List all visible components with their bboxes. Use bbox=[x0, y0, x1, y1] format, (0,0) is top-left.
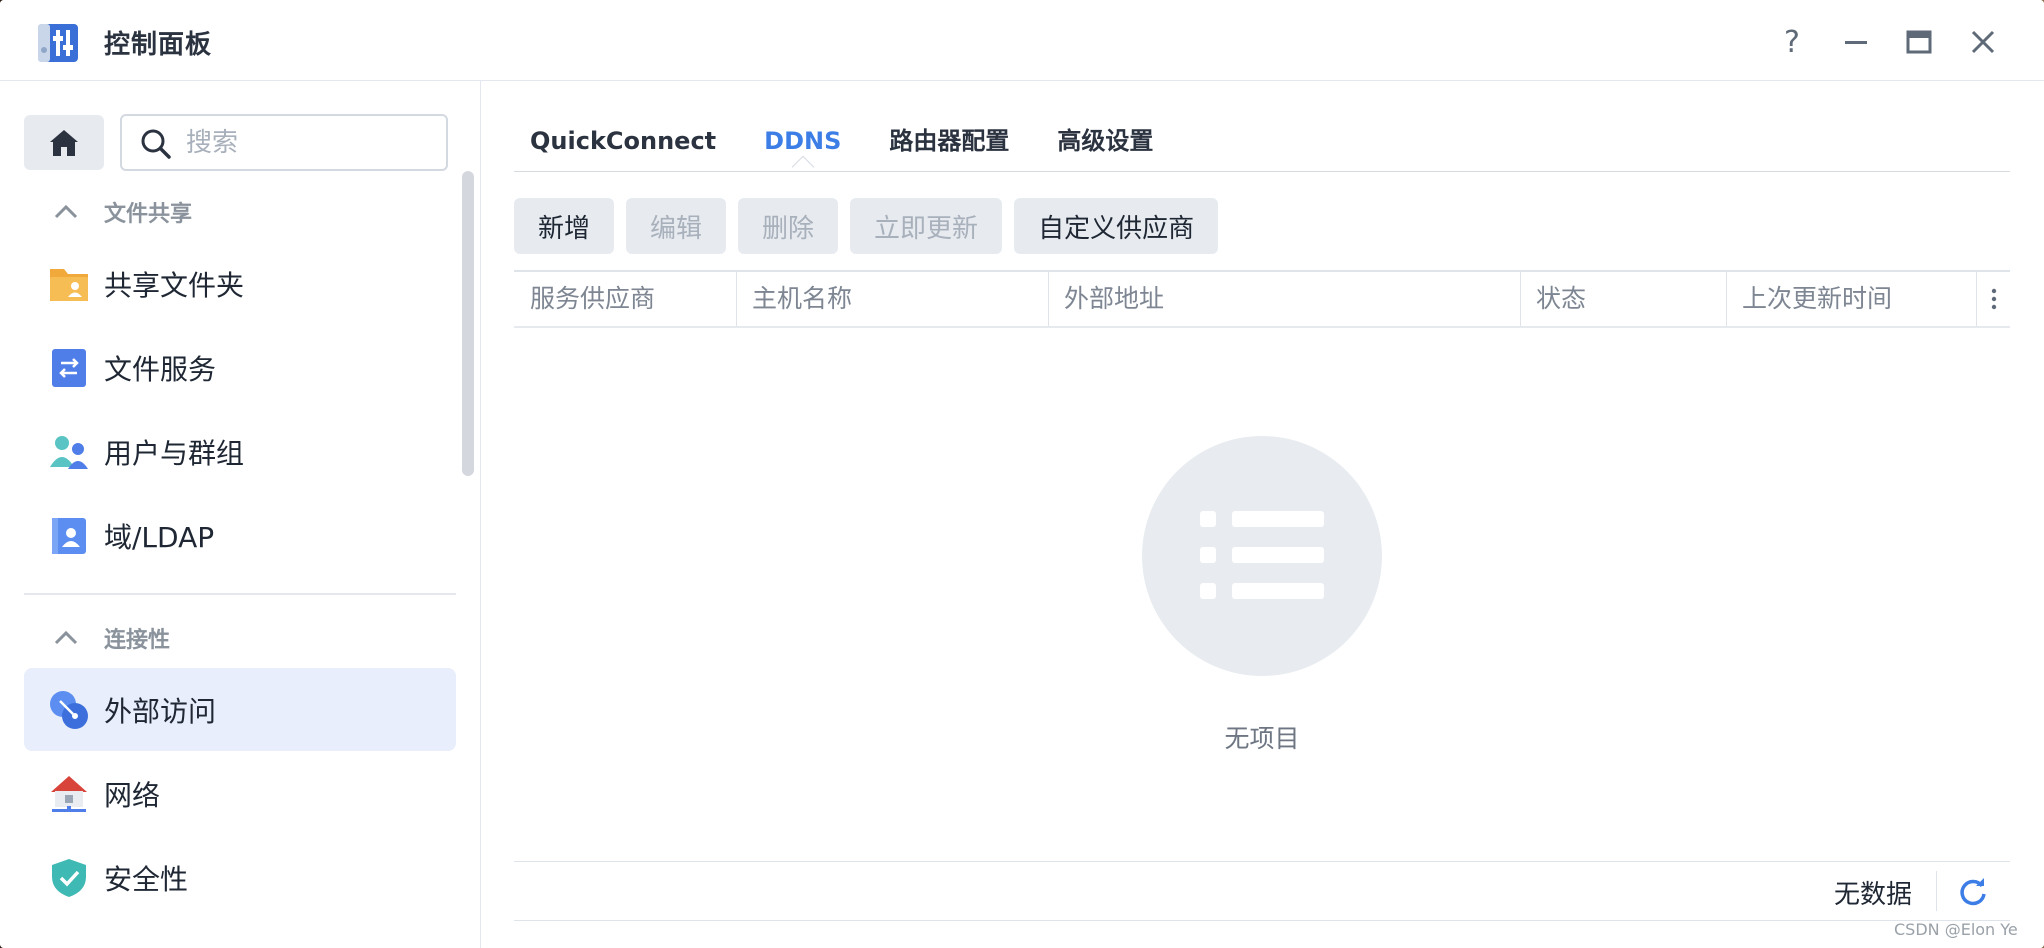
sidebar: 文件共享 共享文件夹 文件服务 bbox=[0, 81, 481, 948]
main-content: QuickConnect DDNS 路由器配置 高级设置 新增 编辑 删除 立即… bbox=[482, 81, 2044, 948]
control-panel-window: 控制面板 ? 文件共享 bbox=[0, 0, 2044, 948]
add-button[interactable]: 新增 bbox=[514, 198, 615, 254]
minimize-icon bbox=[1845, 41, 1867, 44]
column-header-external-address[interactable]: 外部地址 bbox=[1048, 272, 1520, 326]
tab-router-config[interactable]: 路由器配置 bbox=[889, 121, 1009, 171]
column-header-hostname[interactable]: 主机名称 bbox=[736, 272, 1048, 326]
sidebar-item-label: 共享文件夹 bbox=[104, 268, 245, 302]
users-groups-icon bbox=[50, 435, 88, 469]
sidebar-item-shared-folder[interactable]: 共享文件夹 bbox=[24, 242, 456, 325]
column-header-status[interactable]: 状态 bbox=[1520, 272, 1726, 326]
close-button[interactable] bbox=[1963, 22, 2003, 62]
sidebar-item-security[interactable]: 安全性 bbox=[24, 836, 456, 919]
tab-label: QuickConnect bbox=[530, 127, 717, 155]
column-header-provider[interactable]: 服务供应商 bbox=[514, 272, 736, 326]
network-icon bbox=[51, 775, 87, 812]
list-icon bbox=[1200, 511, 1324, 599]
sidebar-item-label: 文件服务 bbox=[104, 352, 217, 386]
sidebar-item-label: 安全性 bbox=[104, 862, 189, 896]
close-icon bbox=[1971, 30, 1995, 54]
section-label: 连接性 bbox=[104, 628, 171, 653]
tab-quickconnect[interactable]: QuickConnect bbox=[530, 121, 716, 171]
sidebar-divider bbox=[24, 593, 456, 595]
custom-provider-button[interactable]: 自定义供应商 bbox=[1014, 198, 1219, 254]
tab-divider bbox=[514, 171, 2010, 172]
section-file-sharing[interactable]: 文件共享 bbox=[54, 196, 192, 228]
footer-separator bbox=[1936, 871, 1937, 911]
record-count-text: 无数据 bbox=[1834, 880, 1913, 910]
sidebar-item-external-access[interactable]: 外部访问 bbox=[24, 668, 456, 751]
empty-state-illustration bbox=[1142, 436, 1382, 676]
chevron-up-icon bbox=[54, 204, 78, 219]
external-access-icon bbox=[50, 690, 88, 729]
sidebar-item-label: 域/LDAP bbox=[104, 520, 215, 554]
column-separator[interactable] bbox=[1976, 272, 1977, 326]
empty-state-text: 无项目 bbox=[1224, 724, 1300, 753]
title-bar: 控制面板 ? bbox=[0, 0, 2044, 81]
sidebar-item-label: 用户与群组 bbox=[104, 436, 245, 470]
minimize-button[interactable] bbox=[1836, 22, 1876, 62]
tab-advanced-settings[interactable]: 高级设置 bbox=[1057, 121, 1153, 171]
section-connectivity[interactable]: 连接性 bbox=[54, 622, 170, 654]
home-button[interactable] bbox=[24, 115, 104, 170]
sidebar-item-network[interactable]: 网络 bbox=[24, 752, 456, 835]
file-services-icon bbox=[52, 348, 86, 387]
watermark-text: CSDN @Elon Ye bbox=[1894, 920, 2018, 939]
domain-ldap-icon bbox=[52, 517, 86, 554]
delete-button[interactable]: 删除 bbox=[738, 198, 839, 254]
help-icon: ? bbox=[1784, 24, 1800, 60]
refresh-button[interactable] bbox=[1956, 875, 1990, 909]
toolbar: 新增 编辑 删除 立即更新 自定义供应商 bbox=[514, 198, 1219, 254]
help-button[interactable]: ? bbox=[1772, 22, 1812, 62]
sidebar-item-label: 外部访问 bbox=[104, 694, 217, 728]
search-icon bbox=[141, 129, 171, 159]
control-panel-app-icon bbox=[36, 20, 82, 64]
search-box[interactable] bbox=[120, 114, 448, 171]
maximize-icon bbox=[1906, 30, 1932, 54]
footer-bottom-divider bbox=[514, 920, 2010, 921]
table-header: 服务供应商 主机名称 外部地址 状态 上次更新时间 bbox=[514, 270, 2010, 328]
tab-bar: QuickConnect DDNS 路由器配置 高级设置 bbox=[530, 121, 1153, 179]
sidebar-scrollbar[interactable] bbox=[462, 171, 474, 476]
tab-label: 路由器配置 bbox=[889, 127, 1010, 155]
sidebar-item-domain-ldap[interactable]: 域/LDAP bbox=[24, 494, 456, 577]
refresh-icon bbox=[1960, 878, 1986, 906]
sidebar-item-file-services[interactable]: 文件服务 bbox=[24, 326, 456, 409]
section-label: 文件共享 bbox=[104, 202, 193, 227]
footer-divider bbox=[514, 861, 2010, 862]
maximize-button[interactable] bbox=[1899, 22, 1939, 62]
tab-label: 高级设置 bbox=[1057, 127, 1154, 155]
more-vertical-icon bbox=[1991, 288, 1997, 310]
tab-label: DDNS bbox=[764, 127, 842, 155]
column-menu-button[interactable] bbox=[1978, 272, 2010, 326]
home-icon bbox=[50, 129, 78, 156]
edit-button[interactable]: 编辑 bbox=[626, 198, 727, 254]
sidebar-item-users-groups[interactable]: 用户与群组 bbox=[24, 410, 456, 493]
shield-icon bbox=[52, 858, 86, 897]
active-tab-caret bbox=[791, 155, 815, 179]
shared-folder-icon bbox=[50, 268, 88, 301]
tab-ddns[interactable]: DDNS bbox=[764, 121, 842, 179]
chevron-up-icon bbox=[54, 630, 78, 645]
column-header-last-updated[interactable]: 上次更新时间 bbox=[1726, 272, 1976, 326]
window-title: 控制面板 bbox=[104, 30, 213, 60]
update-now-button[interactable]: 立即更新 bbox=[850, 198, 1003, 254]
sidebar-item-label: 网络 bbox=[104, 778, 161, 812]
search-input[interactable] bbox=[186, 124, 436, 162]
